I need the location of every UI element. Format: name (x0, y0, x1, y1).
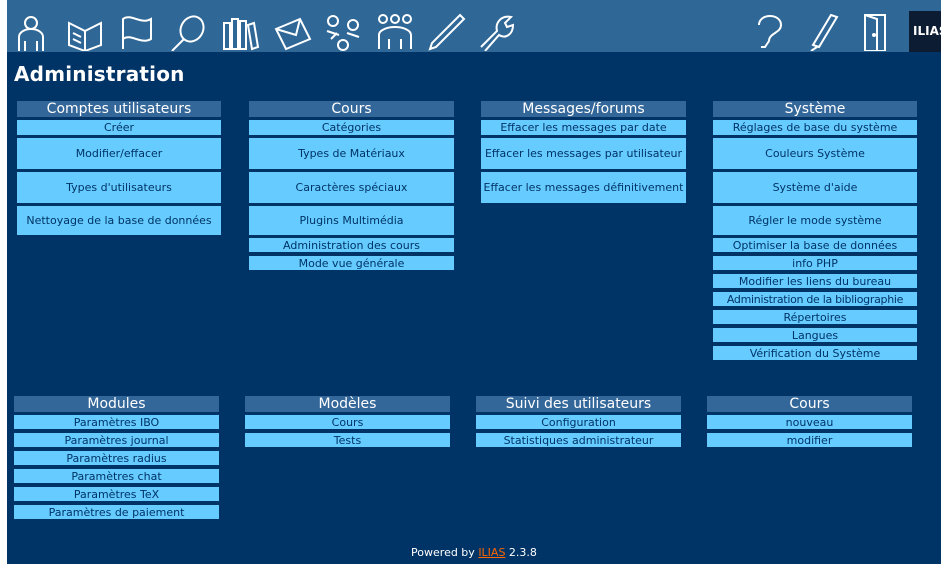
panel-title: Messages/forums (481, 101, 686, 117)
menu-item-nouveau[interactable]: nouveau (707, 415, 912, 429)
menu-item-effacer-definitivement[interactable]: Effacer les messages définitivement (481, 172, 686, 203)
menu-item-nettoyage[interactable]: Nettoyage de la base de données (17, 206, 221, 235)
menu-item-parametres-journal[interactable]: Paramètres journal (14, 433, 219, 447)
library-icon[interactable] (220, 11, 260, 51)
panel-title: Cours (249, 101, 454, 117)
menu-item-caracteres-speciaux[interactable]: Caractères spéciaux (249, 172, 454, 203)
panel-title: Comptes utilisateurs (17, 101, 221, 117)
menu-item-info-php[interactable]: info PHP (713, 256, 917, 270)
menu-item-creer[interactable]: Créer (17, 120, 221, 135)
menu-item-types-materiaux[interactable]: Types de Matériaux (249, 138, 454, 169)
user-icon[interactable] (11, 11, 51, 51)
help-icon[interactable] (749, 11, 789, 51)
menu-item-administration-cours[interactable]: Administration des cours (249, 238, 454, 252)
footer-prefix: Powered by (411, 546, 479, 559)
menu-item-effacer-par-utilisateur[interactable]: Effacer les messages par utilisateur (481, 138, 686, 169)
mail-icon[interactable] (272, 11, 312, 51)
wrench-icon[interactable] (477, 11, 517, 51)
menu-item-bibliographie[interactable]: Administration de la bibliographie (713, 292, 917, 306)
menu-item-langues[interactable]: Langues (713, 328, 917, 342)
panel-title: Suivi des utilisateurs (476, 396, 681, 412)
menu-item-modeles-cours[interactable]: Cours (245, 415, 450, 429)
logout-icon[interactable] (855, 11, 895, 51)
menu-item-mode-systeme[interactable]: Régler le mode système (713, 206, 917, 235)
menu-item-categories[interactable]: Catégories (249, 120, 454, 135)
panel-title: Système (713, 101, 917, 117)
users-icon[interactable] (375, 11, 415, 51)
feedback-icon[interactable] (803, 11, 843, 51)
menu-item-mode-vue-generale[interactable]: Mode vue générale (249, 256, 454, 270)
menu-item-systeme-aide[interactable]: Système d'aide (713, 172, 917, 203)
footer: Powered by ILIAS 2.3.8 (7, 546, 941, 560)
menu-item-modifier-effacer[interactable]: Modifier/effacer (17, 138, 221, 169)
menu-item-types-utilisateurs[interactable]: Types d'utilisateurs (17, 172, 221, 203)
groups-icon[interactable] (323, 11, 363, 51)
panel-title: Modèles (245, 396, 450, 412)
menu-item-statistiques-administrateur[interactable]: Statistiques administrateur (476, 433, 681, 447)
menu-item-parametres-ibo[interactable]: Paramètres IBO (14, 415, 219, 429)
menu-item-reglages-base[interactable]: Réglages de base du système (713, 120, 917, 135)
menu-item-plugins-multimedia[interactable]: Plugins Multimédia (249, 206, 454, 235)
menu-item-liens-bureau[interactable]: Modifier les liens du bureau (713, 274, 917, 288)
book-icon[interactable] (65, 11, 105, 51)
menu-item-optimiser-bdd[interactable]: Optimiser la base de données (713, 238, 917, 252)
panel-title: Cours (707, 396, 912, 412)
menu-item-configuration[interactable]: Configuration (476, 415, 681, 429)
flag-icon[interactable] (117, 11, 157, 51)
menu-item-couleurs-systeme[interactable]: Couleurs Système (713, 138, 917, 169)
ilias-link[interactable]: ILIAS (478, 546, 505, 559)
admin-app: ILIAS Administration Comptes utilisateur… (7, 0, 941, 564)
panel-title: Modules (14, 396, 219, 412)
menu-item-modeles-tests[interactable]: Tests (245, 433, 450, 447)
search-icon[interactable] (168, 11, 208, 51)
menu-item-modifier[interactable]: modifier (707, 433, 912, 447)
menu-item-parametres-chat[interactable]: Paramètres chat (14, 469, 219, 483)
page-title: Administration (14, 62, 185, 86)
menu-item-parametres-paiement[interactable]: Paramètres de paiement (14, 505, 219, 519)
top-toolbar: ILIAS (7, 0, 941, 52)
menu-item-effacer-par-date[interactable]: Effacer les messages par date (481, 120, 686, 135)
pen-icon[interactable] (426, 11, 466, 51)
menu-item-parametres-radius[interactable]: Paramètres radius (14, 451, 219, 465)
menu-item-parametres-tex[interactable]: Paramètres TeX (14, 487, 219, 501)
footer-version: 2.3.8 (505, 546, 537, 559)
menu-item-repertoires[interactable]: Répertoires (713, 310, 917, 324)
menu-item-verification-systeme[interactable]: Vérification du Système (713, 346, 917, 360)
ilias-logo[interactable]: ILIAS (909, 11, 941, 52)
